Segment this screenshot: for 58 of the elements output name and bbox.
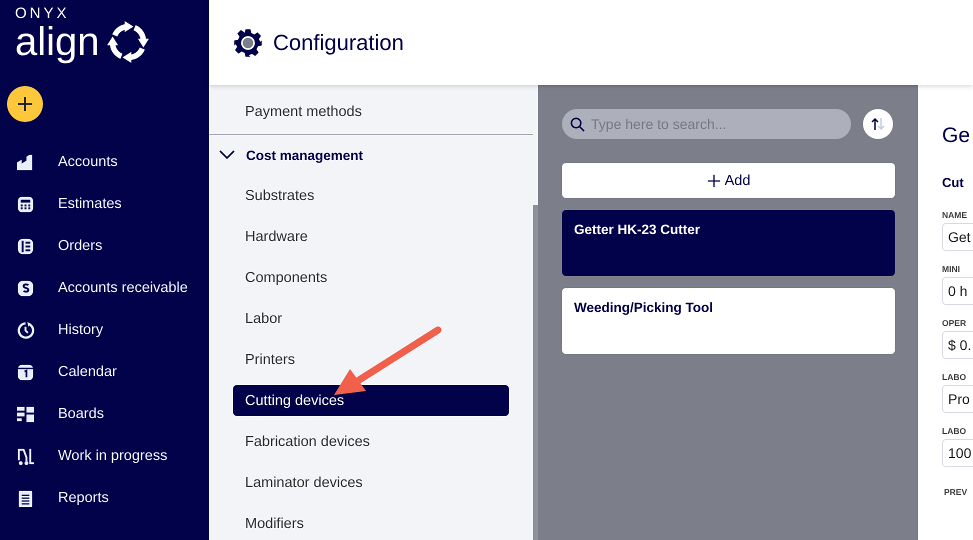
calculator-icon bbox=[16, 194, 35, 214]
sort-button[interactable] bbox=[863, 109, 893, 139]
input-field[interactable]: 100 bbox=[942, 439, 973, 467]
menu-item[interactable]: Cutting devices bbox=[233, 385, 509, 416]
input-field[interactable]: Pro bbox=[942, 385, 973, 413]
menu-item[interactable]: Modifiers bbox=[209, 503, 533, 540]
field-label: LABO bbox=[942, 426, 968, 436]
menu-item[interactable]: Labor bbox=[209, 298, 533, 339]
clipboard-icon bbox=[16, 488, 35, 508]
menu-item[interactable]: Fabrication devices bbox=[209, 421, 533, 462]
nav-item[interactable]: Boards bbox=[0, 393, 209, 435]
device-card[interactable]: Weeding/Picking Tool bbox=[562, 288, 895, 354]
nav-item[interactable]: Accounts bbox=[0, 141, 209, 183]
device-card[interactable]: Getter HK-23 Cutter bbox=[562, 210, 895, 276]
nav-item[interactable]: Accounts receivable bbox=[0, 267, 209, 309]
field-label: NAME bbox=[942, 210, 968, 220]
field-label: LABO bbox=[942, 372, 968, 382]
product-name: align bbox=[15, 21, 100, 63]
field-label: OPER bbox=[942, 318, 968, 328]
nav-item[interactable]: Calendar bbox=[0, 351, 209, 393]
menu-item[interactable]: Substrates bbox=[209, 175, 533, 216]
brand-name: ONYX bbox=[15, 6, 71, 22]
forklift-icon bbox=[16, 446, 35, 466]
menu-group[interactable]: Cost management bbox=[209, 135, 533, 175]
section-heading: Cut bbox=[942, 175, 965, 190]
field-label: PREV bbox=[944, 487, 968, 497]
input-field[interactable]: $ 0. bbox=[942, 331, 973, 359]
plus-icon bbox=[15, 94, 35, 114]
field-label: MINI bbox=[942, 264, 961, 274]
dollar-icon bbox=[16, 278, 35, 298]
panel-title: Ge bbox=[942, 123, 972, 149]
input-field[interactable]: Get bbox=[942, 223, 973, 251]
add-button[interactable] bbox=[7, 86, 43, 122]
factory-icon bbox=[16, 152, 35, 172]
scrollbar[interactable] bbox=[533, 205, 538, 540]
input-field[interactable]: 0 h bbox=[942, 277, 973, 305]
chevron-icon bbox=[219, 150, 235, 160]
menu-item[interactable]: Hardware bbox=[209, 216, 533, 257]
clock-icon bbox=[16, 320, 35, 340]
nav-item[interactable]: Orders bbox=[0, 225, 209, 267]
menu-item[interactable]: Printers bbox=[209, 339, 533, 380]
list-icon bbox=[16, 236, 35, 256]
gear-icon bbox=[233, 28, 263, 58]
menu-item[interactable]: Laminator devices bbox=[209, 462, 533, 503]
calendar-icon bbox=[16, 362, 35, 382]
nav-item[interactable]: History bbox=[0, 309, 209, 351]
search-icon bbox=[570, 117, 585, 132]
boards-icon bbox=[16, 404, 35, 424]
cycle-arrows-icon bbox=[106, 20, 150, 64]
page-title: Configuration bbox=[273, 30, 404, 56]
nav-item[interactable]: Reports bbox=[0, 477, 209, 519]
plus-icon bbox=[706, 174, 721, 188]
menu-item[interactable]: Components bbox=[209, 257, 533, 298]
menu-item[interactable]: Payment methods bbox=[209, 100, 533, 134]
nav-item[interactable]: Work in progress bbox=[0, 435, 209, 477]
nav-item[interactable]: Estimates bbox=[0, 183, 209, 225]
sort-arrows-icon bbox=[870, 116, 886, 132]
add-button[interactable]: Add bbox=[562, 163, 895, 198]
